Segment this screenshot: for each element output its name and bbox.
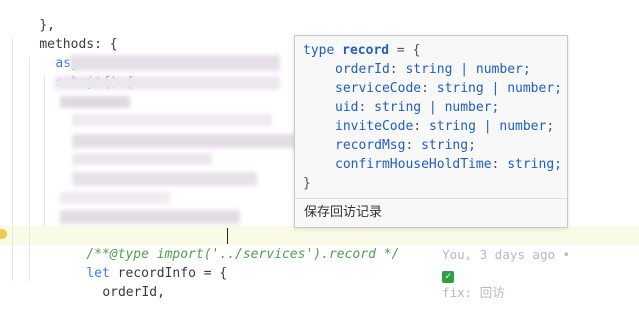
hover-property-line: orderId: string | number; — [335, 62, 531, 77]
hover-property-line: recordMsg: string; — [335, 138, 476, 153]
property-name: confirmHouseHoldTime — [335, 157, 492, 172]
check-icon: ✓ — [442, 271, 455, 283]
property-type: string | number; — [374, 100, 500, 115]
property-name: orderId — [335, 62, 390, 77]
redacted-code — [60, 192, 170, 204]
redacted-code — [60, 210, 240, 224]
code-text: = { — [389, 43, 421, 58]
inline-git-blame[interactable]: You, 3 days ago • ✓ fix: 回访 — [412, 226, 570, 300]
redacted-code — [70, 55, 280, 71]
blame-commit-message: fix: 回访 — [442, 285, 505, 300]
property-name: uid — [335, 100, 359, 115]
type-hover-tooltip[interactable]: type record = { orderId: string | number… — [294, 35, 568, 228]
property-type: string; — [507, 157, 562, 172]
code-line: methods: { — [8, 16, 117, 52]
hover-code-block: type record = { orderId: string | number… — [303, 41, 563, 193]
property-name: serviceCode — [335, 81, 422, 96]
property-name: recordMsg — [335, 138, 406, 153]
hover-documentation: 保存回访记录 — [304, 205, 383, 220]
hover-property-line: serviceCode: string | number; — [335, 81, 562, 96]
redacted-code — [72, 153, 212, 165]
text-cursor — [227, 228, 228, 244]
type-keyword: type — [303, 43, 335, 58]
blame-text: You, 3 days ago • — [442, 247, 571, 262]
code-line: async submit() { — [24, 35, 133, 90]
type-name: record — [342, 43, 390, 58]
code-line: }, — [8, 0, 55, 33]
code-line: let recordInfo = { — [55, 245, 227, 281]
redacted-code — [72, 134, 297, 148]
hover-property-line: uid: string | number; — [335, 100, 500, 115]
property-type: string; — [421, 138, 476, 153]
indent-guide — [12, 38, 13, 281]
property-name: inviteCode — [335, 119, 414, 134]
property-type: string | number; — [405, 62, 531, 77]
redacted-code — [60, 96, 130, 108]
hover-property-line: inviteCode: string | number; — [335, 119, 555, 134]
redacted-code — [55, 76, 280, 90]
redacted-code — [72, 172, 257, 186]
hover-property-line: confirmHouseHoldTime: string; — [335, 157, 562, 172]
hover-closing-brace: } — [303, 176, 311, 191]
property-type: string | number; — [436, 81, 562, 96]
redacted-code — [72, 114, 272, 126]
hover-header: type record = { — [303, 41, 563, 60]
code-line: orderId, — [71, 264, 165, 300]
code-text: orderId, — [102, 285, 165, 300]
property-type: string | number; — [428, 119, 555, 134]
hover-divider — [295, 198, 567, 199]
